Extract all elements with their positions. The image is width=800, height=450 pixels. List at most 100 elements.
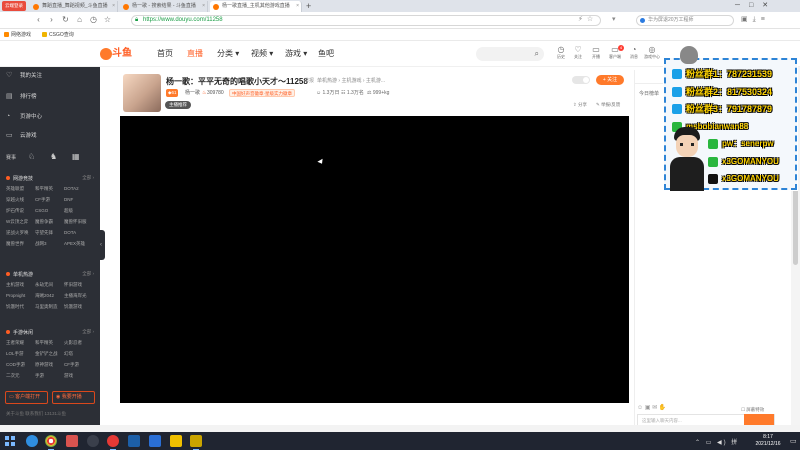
start-windows-icon[interactable] (5, 436, 15, 446)
bookmark-item[interactable]: CSGO查询 (42, 31, 74, 39)
douyu-logo[interactable]: 斗鱼 (100, 47, 134, 61)
settings-icon[interactable]: ≡ (761, 16, 770, 23)
nav-yuba[interactable]: 鱼吧 (318, 49, 334, 58)
maximize-icon[interactable]: □ (749, 2, 762, 9)
category-link[interactable]: 主播海岸光 (64, 291, 93, 300)
menu-icon[interactable]: ▾ (612, 15, 616, 25)
emoji-icon[interactable]: ☺ (637, 405, 643, 411)
sidebar-collapse-handle[interactable]: ‹ (100, 230, 105, 260)
category-link[interactable]: 怀旧游戏 (64, 280, 93, 289)
sidebar-item-cloudgame[interactable]: ▭ 云游戏 (6, 132, 37, 140)
nav-live[interactable]: 直播 (187, 49, 203, 58)
category-link[interactable]: 饥饿游戏 (64, 302, 93, 311)
category-link[interactable]: COD手游 (6, 360, 35, 369)
image-icon[interactable]: ▣ (645, 405, 651, 411)
minimize-icon[interactable]: ─ (735, 2, 749, 9)
chess-icon[interactable]: ♘ (28, 152, 50, 161)
site-search-input[interactable]: ⌕ (476, 47, 544, 61)
edge-browser-icon[interactable] (26, 435, 38, 447)
header-client[interactable]: ▭ 客户端 4 (607, 45, 624, 60)
category-link[interactable]: 穿越火线 (6, 195, 35, 204)
close-tab-icon[interactable]: × (112, 1, 115, 12)
new-tab-button[interactable]: + (306, 0, 311, 12)
grid-icon[interactable]: ▦ (72, 152, 92, 161)
category-link[interactable]: DOTA2 (64, 184, 93, 193)
home-icon[interactable]: ⌂ (75, 15, 84, 25)
open-client-button[interactable]: ▭ 客户端打开 (5, 391, 48, 404)
search-icon[interactable]: ⌕ (535, 49, 539, 59)
category-link[interactable]: 炉石传说 (6, 206, 35, 215)
nav-video[interactable]: 视频 ▾ (251, 49, 273, 58)
app-icon[interactable] (190, 435, 202, 450)
category-link[interactable]: 和平精英 (35, 184, 64, 193)
category-link[interactable]: CF手游 (35, 195, 64, 204)
honor-badge[interactable]: 中国好声音徽章·星级实力徽章 (229, 89, 295, 97)
category-link[interactable]: 幻塔 (64, 349, 93, 358)
section-more-link[interactable]: 全部 › (82, 271, 94, 277)
category-link[interactable]: LOL手游 (6, 349, 35, 358)
app-icon[interactable] (107, 435, 119, 450)
category-link[interactable]: 英雄联盟 (6, 184, 35, 193)
close-window-icon[interactable]: ✕ (762, 2, 777, 9)
nav-games[interactable]: 游戏 ▾ (285, 49, 307, 58)
knight-icon[interactable]: ♞ (50, 152, 72, 161)
category-link[interactable]: 马里奥制造 (35, 302, 64, 311)
bookmark-item[interactable]: 网络游戏 (4, 31, 31, 39)
category-link[interactable]: 魔兽争霸 (35, 217, 64, 226)
notify-toggle[interactable] (572, 76, 590, 84)
category-link[interactable]: 原神游戏 (35, 360, 64, 369)
category-link[interactable]: 守望先锋 (35, 228, 64, 237)
category-link[interactable]: 王者荣耀 (6, 338, 35, 347)
header-broadcast[interactable]: ▭ 开播 (588, 45, 604, 60)
gift-icon[interactable]: ✉ (652, 405, 657, 411)
category-link[interactable]: 游戏 (64, 371, 93, 380)
favorite-icon[interactable]: ☆ (587, 16, 597, 23)
category-link[interactable]: CF手游 (64, 360, 93, 369)
category-link[interactable]: 海贼2042 (35, 291, 64, 300)
report-link[interactable]: 举报 (304, 77, 314, 84)
browser-tab[interactable]: 杨一歌 - 搜索结果 - 斗鱼直播 × (120, 1, 208, 12)
back-icon[interactable]: ‹ (34, 15, 43, 25)
header-history[interactable]: ◷ 历史 (553, 45, 569, 60)
obs-icon[interactable] (87, 435, 99, 447)
reload-icon[interactable]: ↻ (61, 15, 70, 25)
profile-button[interactable]: 云端登录 (2, 1, 26, 11)
close-tab-icon[interactable]: × (202, 1, 205, 12)
taskbar-clock[interactable]: 8:17 2021/12/16 (748, 434, 788, 448)
category-link[interactable]: 魔兽怀旧服 (64, 217, 93, 226)
share-button[interactable]: ⇪ 分享 (573, 102, 587, 108)
address-bar[interactable]: 🔒︎ https://www.douyu.com/11258 (131, 15, 601, 26)
extension-icon[interactable]: ▣ (741, 16, 753, 23)
category-link[interactable]: 战网3 (35, 239, 64, 248)
sidebar-item-following[interactable]: ♡ 我的关注 (6, 72, 42, 80)
bookmark-star-icon[interactable]: ☆ (103, 15, 112, 25)
sidebar-esports[interactable]: 赛事 (6, 154, 28, 161)
history-icon[interactable]: ◷ (89, 15, 98, 25)
header-game-center[interactable]: ◎ 游戏中心 (644, 45, 660, 60)
start-broadcast-button[interactable]: ◉ 我要开播 (52, 391, 95, 404)
chat-tab-today-rank[interactable]: 今日榜单 (639, 90, 659, 97)
video-player[interactable] (120, 116, 629, 403)
anchor-avatar[interactable] (123, 74, 161, 112)
category-link[interactable]: 火影忍者 (64, 338, 93, 347)
close-tab-icon[interactable]: × (296, 1, 299, 12)
anchor-name[interactable]: 杨一歌 (185, 89, 200, 97)
clap-icon[interactable]: ✋ (659, 405, 666, 411)
category-link[interactable]: 金铲铲之战 (35, 349, 64, 358)
category-link[interactable]: 魔兽世界 (6, 239, 35, 248)
feedback-button[interactable]: ✎ 举报/反馈 (596, 102, 620, 108)
sidebar-item-webgame[interactable]: ◔ 页游中心 (6, 113, 42, 121)
browser-search-input[interactable]: 华为屏退20万工程师 (636, 15, 734, 26)
category-link[interactable]: 主机游戏 (6, 280, 35, 289)
chrome-browser-icon[interactable] (45, 435, 57, 450)
section-more-link[interactable]: 全部 › (82, 329, 94, 335)
category-link[interactable]: Propnight (6, 291, 35, 300)
browser-tab[interactable]: 舞蹈直播_舞蹈视频_斗鱼直播 × (30, 1, 118, 12)
forward-icon[interactable]: › (47, 15, 56, 25)
category-link[interactable]: DNF (64, 195, 93, 204)
category-link[interactable]: 永劫无间 (35, 280, 64, 289)
category-link[interactable]: W云顶之弈 (6, 217, 35, 226)
notification-icon[interactable]: ▭ (790, 437, 797, 445)
app-icon[interactable] (149, 435, 161, 447)
folder-icon[interactable] (170, 435, 182, 447)
